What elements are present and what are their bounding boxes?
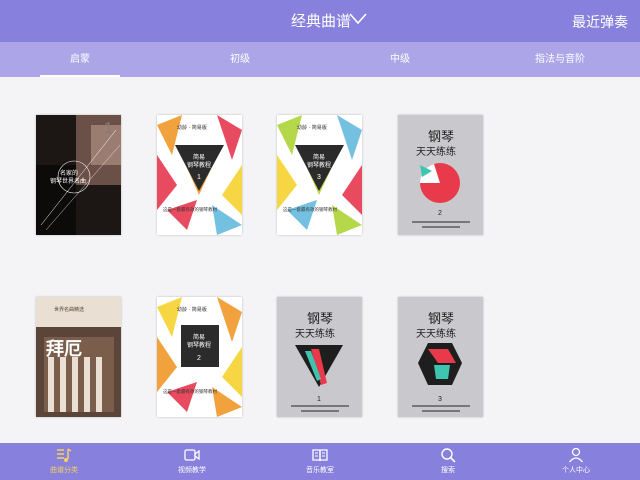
bottom-navigation: 曲谱分类 视频教学 音乐教室 搜索 个人中心 [0, 443, 640, 480]
book-number: 3 [317, 174, 321, 181]
tab-enlightenment[interactable]: 启蒙 [40, 42, 120, 77]
chevron-down-icon[interactable] [349, 13, 367, 25]
tab-fingering-scales[interactable]: 指法与音阶 [520, 42, 600, 77]
book-cover[interactable]: 钢琴 天天练练 3 [398, 297, 483, 417]
tab-intermediate[interactable]: 中级 [360, 42, 440, 77]
nav-label: 搜索 [441, 466, 455, 474]
book-number: 1 [317, 396, 321, 403]
book-subtitle: 天天练练 [295, 327, 335, 340]
book-grid: 1 名家的 钢琴世界名曲 幼龄 · 简易版 简易 钢琴教程 1 这是一套最有效的… [0, 77, 640, 443]
level-tabs: 启蒙 初级 中级 指法与音阶 [0, 42, 640, 77]
book-number: 2 [197, 355, 201, 362]
nav-label: 音乐教室 [306, 466, 334, 474]
search-icon [441, 448, 456, 463]
nav-video-lessons[interactable]: 视频教学 [128, 443, 256, 480]
nav-personal-center[interactable]: 个人中心 [512, 443, 640, 480]
book-tagline: 这是一套最有效的钢琴教材 [163, 206, 217, 213]
book-number: 1 [197, 174, 201, 181]
tab-beginner[interactable]: 初级 [200, 42, 280, 77]
recent-played-button[interactable]: 最近弹奏 [572, 12, 628, 32]
book-label: 幼龄 · 简易版 [177, 124, 207, 131]
book-number: 1 [104, 120, 113, 137]
book-subtitle: 简易 [193, 333, 205, 341]
open-book-icon [312, 449, 328, 462]
book-cover[interactable]: 幼龄 · 简易版 简易 钢琴教程 3 这是一套最有效的钢琴教材 [277, 115, 362, 235]
nav-label: 曲谱分类 [50, 466, 78, 474]
book-cover[interactable]: 幼龄 · 简易版 简易 钢琴教程 1 这是一套最有效的钢琴教材 [157, 115, 242, 235]
page-title[interactable]: 经典曲谱 [291, 10, 351, 31]
book-label: 幼龄 · 简易版 [297, 124, 327, 131]
book-subtitle: 简易 [313, 153, 325, 161]
book-subtitle: 世界名曲精选 [54, 306, 84, 313]
book-title: 钢琴世界名曲 [50, 177, 86, 185]
book-title: 钢琴 [428, 312, 454, 327]
nav-score-categories[interactable]: 曲谱分类 [0, 443, 128, 480]
book-tagline: 这是一套最有效的钢琴教材 [163, 388, 217, 395]
book-title: 钢琴教程 [187, 341, 211, 349]
nav-label: 视频教学 [178, 466, 206, 474]
nav-search[interactable]: 搜索 [384, 443, 512, 480]
book-cover[interactable]: 钢琴 天天练练 2 [398, 115, 483, 235]
book-number: 3 [438, 396, 442, 403]
book-title: 钢琴 [428, 130, 454, 145]
top-bar: 经典曲谱 最近弹奏 [0, 0, 640, 42]
book-title: 钢琴教程 [187, 161, 211, 169]
book-label: 幼龄 · 简易版 [177, 306, 207, 313]
nav-label: 个人中心 [562, 466, 590, 474]
book-cover[interactable]: 世界名曲精选 拜厄 [36, 297, 121, 417]
book-tagline: 这是一套最有效的钢琴教材 [283, 206, 337, 213]
nav-music-classroom[interactable]: 音乐教室 [256, 443, 384, 480]
video-camera-icon [184, 449, 200, 461]
book-number: 2 [438, 210, 442, 217]
book-subtitle: 天天练练 [416, 145, 456, 158]
book-cover[interactable]: 幼龄 · 简易版 简易 钢琴教程 2 这是一套最有效的钢琴教材 [157, 297, 242, 417]
book-title: 钢琴 [307, 312, 333, 327]
book-title: 拜厄 [46, 338, 82, 360]
book-cover[interactable]: 1 名家的 钢琴世界名曲 [36, 115, 121, 235]
person-icon [568, 447, 584, 463]
book-title: 钢琴教程 [307, 161, 331, 169]
book-cover[interactable]: 钢琴 天天练练 1 [277, 297, 362, 417]
music-list-icon [57, 448, 72, 462]
book-subtitle: 名家的 [60, 169, 78, 177]
book-subtitle: 简易 [193, 153, 205, 161]
book-subtitle: 天天练练 [416, 327, 456, 340]
